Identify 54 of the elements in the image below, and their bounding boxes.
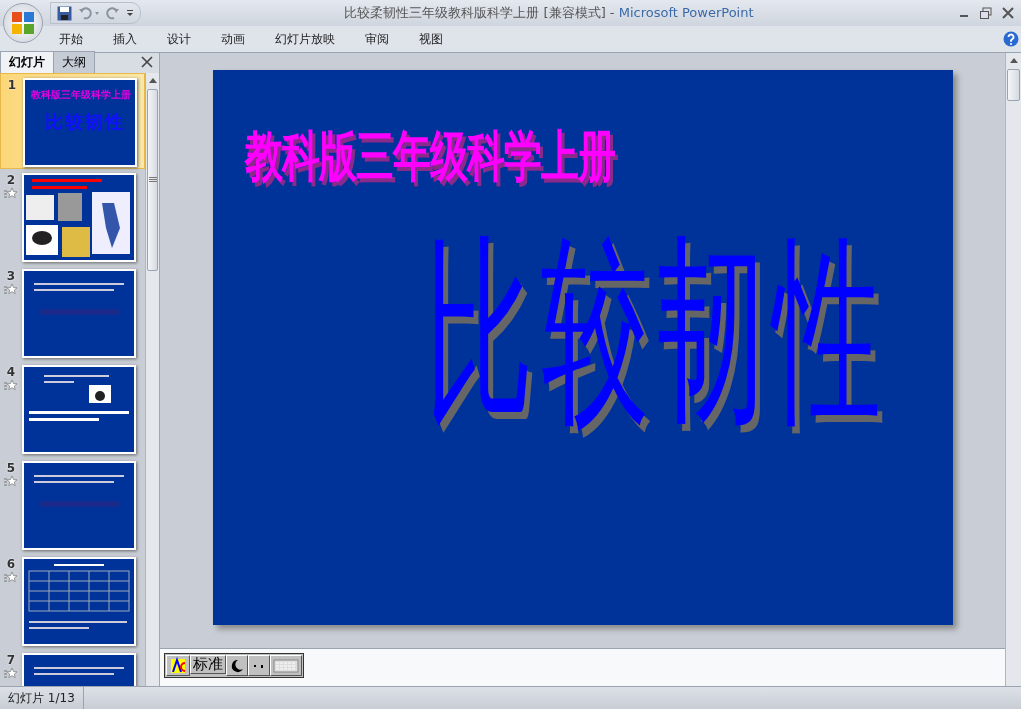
slide-list-item[interactable]: 2	[0, 169, 145, 265]
slide-list-item[interactable]: 5	[0, 457, 145, 553]
slide-indicator: 幻灯片 1/13	[0, 687, 84, 709]
pane-tab[interactable]: 大纲	[53, 51, 95, 73]
slide-number: 4	[6, 365, 16, 379]
slide-number: 1	[7, 78, 17, 92]
scrollbar[interactable]	[1005, 53, 1021, 686]
slide-thumbnail[interactable]	[22, 365, 136, 454]
ribbon-tab[interactable]: 开始	[46, 30, 96, 48]
thumbnail-heading: 比较韧性	[45, 110, 126, 134]
scroll-up-icon[interactable]	[1009, 57, 1018, 63]
help-icon[interactable]	[1003, 31, 1019, 47]
slide-list-item[interactable]: 6	[0, 553, 145, 649]
slide-thumbnail[interactable]	[22, 269, 136, 358]
ribbon-tab[interactable]: 动画	[208, 30, 258, 48]
title-separator: -	[609, 5, 615, 20]
ribbon-tab[interactable]: 审阅	[352, 30, 402, 48]
scroll-thumb[interactable]	[1007, 69, 1020, 101]
customize-dropdown-icon[interactable]	[126, 9, 134, 17]
slide-title: 教科版三年级科学上册	[244, 123, 616, 191]
moon-icon[interactable]	[229, 657, 245, 674]
slide-list-item[interactable]: 1 教科版三年级科学上册 比较韧性	[0, 73, 145, 169]
save-icon[interactable]	[57, 5, 72, 21]
slide-number: 2	[6, 173, 16, 187]
grip-icon	[148, 177, 157, 183]
ribbon-tab[interactable]: 视图	[406, 30, 456, 48]
ime-mode-button[interactable]: 标准	[190, 655, 226, 674]
slide-number: 5	[6, 461, 16, 475]
ribbon-tab[interactable]: 插入	[100, 30, 150, 48]
slide-number: 7	[6, 653, 16, 667]
slide-list-item[interactable]: 3	[0, 265, 145, 361]
scroll-up-icon[interactable]	[148, 77, 157, 83]
slide-list-item[interactable]: 7	[0, 649, 145, 686]
notes-pane[interactable]: 标准	[160, 648, 1005, 686]
ribbon-tab[interactable]: 设计	[154, 30, 204, 48]
slide-thumbnail[interactable]	[22, 557, 136, 646]
slide-thumbnail[interactable]	[22, 173, 136, 262]
app-name: Microsoft PowerPoint	[618, 5, 754, 20]
slide-number: 6	[6, 557, 16, 571]
slide-heading: 比较韧性	[424, 213, 890, 448]
slide-thumbnail[interactable]	[22, 461, 136, 550]
scrollbar[interactable]	[145, 73, 159, 686]
office-logo-icon	[11, 11, 35, 35]
pane-tab[interactable]: 幻灯片	[0, 51, 54, 73]
slide-number: 3	[6, 269, 16, 283]
window-title: 比较柔韧性三年级教科版科学上册 [兼容模式]	[344, 5, 606, 20]
restore-icon[interactable]	[979, 7, 993, 19]
slide-list-item[interactable]: 4	[0, 361, 145, 457]
ribbon-tab[interactable]: 幻灯片放映	[262, 30, 348, 48]
close-icon[interactable]	[141, 56, 153, 68]
office-button[interactable]	[3, 3, 43, 43]
close-icon[interactable]	[1001, 7, 1015, 19]
ime-logo-icon[interactable]	[169, 656, 187, 675]
thumbnail-title: 教科版三年级科学上册	[31, 88, 132, 102]
